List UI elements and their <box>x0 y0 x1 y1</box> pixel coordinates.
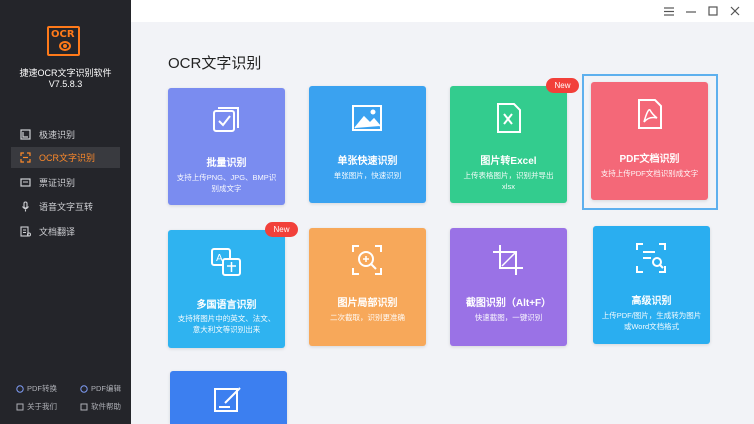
excel-icon <box>497 103 521 133</box>
card-title: 高级识别 <box>631 296 672 307</box>
sidebar-item-voice[interactable]: 语音文字互转 <box>11 196 120 217</box>
about-label: 关于我们 <box>27 402 57 411</box>
pdf-edit-icon <box>80 384 88 393</box>
close-icon[interactable] <box>727 3 743 19</box>
sidebar-item-label: 语音文字互转 <box>39 202 94 212</box>
speed-icon <box>19 129 31 141</box>
pdf-convert-link[interactable]: PDF转换 <box>16 383 57 394</box>
new-badge: New <box>546 78 579 93</box>
logo-text: OCR <box>51 29 75 40</box>
minimize-icon[interactable] <box>683 3 699 19</box>
app-logo: OCR <box>47 26 80 56</box>
eye-icon <box>59 41 71 51</box>
card-desc: 快速截图，一键识别 <box>474 313 543 322</box>
card-title: 批量识别 <box>206 158 247 169</box>
card-batch-ocr[interactable]: 批量识别 支持上传PNG、JPG、BMP识别成文字 <box>168 88 285 205</box>
card-edit[interactable] <box>170 371 287 424</box>
image-icon <box>352 105 382 131</box>
card-screenshot-ocr[interactable]: 截图识别（Alt+F） 快速截图，一键识别 <box>450 228 567 346</box>
maximize-icon[interactable] <box>705 3 721 19</box>
menu-icon[interactable] <box>661 3 677 19</box>
zoom-icon <box>352 245 382 275</box>
card-desc: 单张图片，快速识别 <box>333 171 402 180</box>
edit-icon <box>214 387 241 412</box>
svg-text:A: A <box>216 253 223 264</box>
about-link[interactable]: 关于我们 <box>16 401 57 412</box>
card-partial-ocr[interactable]: 图片局部识别 二次截取，识别更准确 <box>309 228 426 346</box>
sidebar-item-ocr[interactable]: OCR文字识别 <box>11 147 120 168</box>
page-title: OCR文字识别 <box>168 55 262 72</box>
sidebar: OCR 捷速OCR文字识别软件 V7.5.8.3 极速识别 OCR文字识别 票证… <box>0 0 131 424</box>
sidebar-item-ticket[interactable]: 票证识别 <box>11 172 120 193</box>
help-link[interactable]: 软件帮助 <box>80 401 121 412</box>
card-title: 图片转Excel <box>480 156 537 167</box>
card-title: 截图识别（Alt+F） <box>465 298 552 309</box>
card-title: PDF文档识别 <box>619 154 680 165</box>
sidebar-item-speed[interactable]: 极速识别 <box>11 124 120 145</box>
card-multilang-ocr[interactable]: A 多国语言识别 支持将图片中的英文、法文、意大利文等识别出来 <box>168 230 285 348</box>
batch-icon <box>213 107 239 132</box>
card-desc: 支持上传PDF文档识别成文字 <box>600 169 699 178</box>
sidebar-item-label: 极速识别 <box>39 130 76 140</box>
sidebar-item-translate[interactable]: 文档翻译 <box>11 221 120 242</box>
translate-icon <box>19 226 31 238</box>
card-title: 图片局部识别 <box>337 298 398 309</box>
card-advanced-ocr[interactable]: 高级识别 上传PDF/图片，生成转为图片或Word文档格式 <box>593 226 710 344</box>
ticket-icon <box>19 177 31 189</box>
app-version: V7.5.8.3 <box>48 79 83 89</box>
pdf-edit-link[interactable]: PDF编辑 <box>80 383 121 394</box>
help-icon <box>80 403 88 411</box>
sidebar-item-label: 文档翻译 <box>39 227 76 237</box>
info-icon <box>16 403 24 411</box>
card-title: 单张快速识别 <box>337 156 398 167</box>
card-desc: 上传表格图片，识别并导出xlsx <box>463 171 554 191</box>
advanced-icon <box>636 243 666 273</box>
card-desc: 支持上传PNG、JPG、BMP识别成文字 <box>176 173 277 193</box>
language-icon: A <box>211 248 241 276</box>
pdf-convert-icon <box>16 384 24 393</box>
sidebar-item-label: 票证识别 <box>39 178 76 188</box>
help-label: 软件帮助 <box>91 402 121 411</box>
card-title: 多国语言识别 <box>196 300 257 311</box>
card-desc: 上传PDF/图片，生成转为图片或Word文档格式 <box>601 311 702 331</box>
card-pdf-ocr[interactable]: PDF文档识别 支持上传PDF文档识别成文字 <box>591 82 708 200</box>
new-badge: New <box>265 222 298 237</box>
card-image-to-excel[interactable]: 图片转Excel 上传表格图片，识别并导出xlsx <box>450 86 567 203</box>
pdf-convert-label: PDF转换 <box>27 384 57 393</box>
pdf-edit-label: PDF编辑 <box>91 384 121 393</box>
scan-icon <box>19 152 31 164</box>
app-name: 捷速OCR文字识别软件 <box>19 68 112 78</box>
crop-icon <box>493 245 523 275</box>
card-desc: 二次截取，识别更准确 <box>330 313 405 322</box>
sidebar-item-label: OCR文字识别 <box>39 153 95 163</box>
pdf-icon <box>638 99 662 129</box>
card-desc: 支持将图片中的英文、法文、意大利文等识别出来 <box>177 314 276 334</box>
microphone-icon <box>19 201 31 213</box>
card-single-ocr[interactable]: 单张快速识别 单张图片，快速识别 <box>309 86 426 203</box>
